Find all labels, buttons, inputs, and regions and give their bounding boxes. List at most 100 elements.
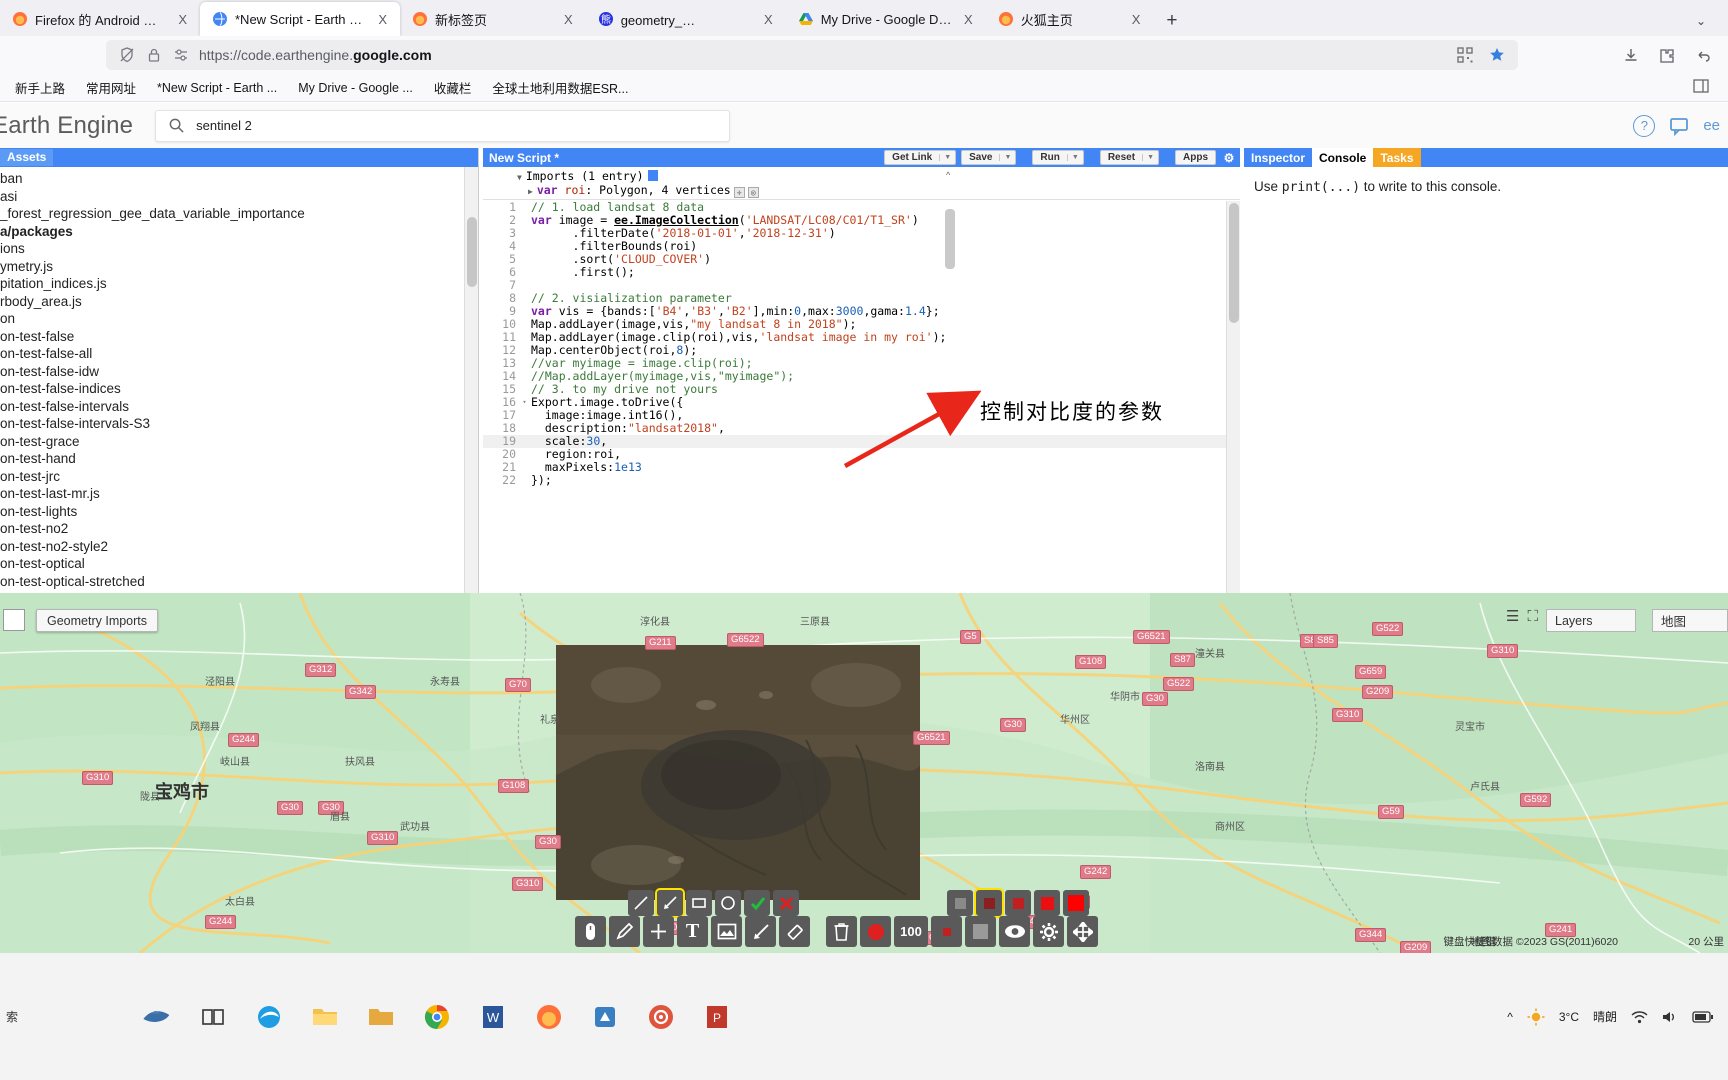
map-canvas[interactable]: Geometry Imports ☰ ⛶ Layers 地图 宝鸡市 键盘快捷键… — [0, 593, 1728, 953]
fold-icon[interactable] — [520, 474, 529, 487]
volume-icon[interactable] — [1662, 1010, 1678, 1024]
eye-icon[interactable] — [999, 916, 1030, 947]
get-link-button[interactable]: Get Link ▼ — [884, 150, 957, 165]
address-bar[interactable]: https://code.earthengine.google.com — [106, 40, 1518, 70]
fold-icon[interactable] — [520, 383, 529, 396]
asset-item[interactable]: ymetry.js — [0, 258, 464, 276]
qr-code-icon[interactable] — [1456, 46, 1474, 64]
lock-icon[interactable] — [145, 46, 163, 64]
fold-icon[interactable] — [520, 344, 529, 357]
arrow-icon[interactable] — [655, 888, 685, 918]
fold-icon[interactable] — [520, 357, 529, 370]
geometry-imports-button[interactable]: Geometry Imports — [36, 609, 159, 632]
asset-item[interactable]: on-test-false-all — [0, 345, 464, 363]
chrome-icon[interactable] — [422, 1002, 452, 1032]
code-line[interactable]: 21 maxPixels:1e13 — [483, 461, 1226, 474]
bookmark-item-0[interactable]: 新手上路 — [10, 78, 65, 97]
fold-icon[interactable] — [520, 435, 529, 448]
firefox-icon[interactable] — [534, 1002, 564, 1032]
code-line[interactable]: 6 .first(); — [483, 266, 1226, 279]
close-icon[interactable]: X — [960, 12, 977, 27]
layers-button[interactable]: Layers — [1546, 609, 1636, 632]
color-swatch-gray-icon[interactable] — [947, 890, 973, 916]
fold-icon[interactable] — [520, 214, 529, 227]
word-icon[interactable]: W — [478, 1002, 508, 1032]
asset-item[interactable]: on — [0, 310, 464, 328]
help-icon[interactable]: ? — [1633, 114, 1656, 137]
account-label[interactable]: ee — [1703, 117, 1720, 134]
import-target-icon[interactable]: ◎ — [747, 187, 759, 198]
asset-item[interactable]: on-test-last-mr.js — [0, 485, 464, 503]
dolphin-icon[interactable] — [142, 1002, 172, 1032]
task-view-icon[interactable] — [198, 1002, 228, 1032]
move-icon[interactable] — [1067, 916, 1098, 947]
reset-button[interactable]: Reset ▼ — [1099, 150, 1159, 165]
app-blue-icon[interactable] — [590, 1002, 620, 1032]
bookmark-item-3[interactable]: My Drive - Google ... — [293, 81, 413, 95]
asset-item[interactable]: on-test-grace — [0, 433, 464, 451]
color-swatch-red-icon[interactable] — [1005, 890, 1031, 916]
taskbar-search[interactable]: 索 — [0, 1008, 120, 1025]
crosshair-icon[interactable] — [643, 916, 674, 947]
tab-tasks[interactable]: Tasks — [1373, 148, 1421, 167]
close-icon[interactable]: X — [760, 12, 777, 27]
cursor-icon[interactable] — [575, 916, 606, 947]
assets-list[interactable]: ban asi _forest_regression_gee_data_variab… — [0, 167, 464, 593]
fold-icon[interactable] — [520, 331, 529, 344]
asset-item[interactable]: ions — [0, 240, 464, 258]
asset-item[interactable]: a/packages — [0, 223, 464, 241]
imports-icon[interactable] — [647, 170, 658, 181]
check-icon[interactable] — [744, 890, 770, 916]
map-toggle-checkbox[interactable] — [3, 609, 25, 631]
list-all-tabs-icon[interactable]: ⌄ — [1696, 14, 1728, 36]
fold-icon[interactable] — [520, 279, 529, 292]
browser-tab-0[interactable]: Firefox 的 Android 与 iOS X — [0, 2, 200, 36]
fold-icon[interactable]: ▾ — [520, 396, 529, 409]
new-tab-button[interactable]: + — [1153, 10, 1190, 36]
apps-button[interactable]: Apps — [1175, 150, 1216, 165]
excel-icon[interactable]: P — [702, 1002, 732, 1032]
line-icon[interactable] — [628, 890, 654, 916]
asset-item[interactable]: on-test-false-indices — [0, 380, 464, 398]
pencil-icon[interactable] — [609, 916, 640, 947]
asset-item[interactable]: on-test-false-intervals-S3 — [0, 415, 464, 433]
image-tool-icon[interactable] — [711, 916, 742, 947]
map-type-button[interactable]: 地图 — [1652, 609, 1728, 632]
asset-item[interactable]: on-test-hand — [0, 450, 464, 468]
asset-item[interactable]: on-test-lights — [0, 503, 464, 521]
search-input[interactable] — [196, 118, 718, 133]
browser-tab-5[interactable]: 火狐主页 X — [986, 2, 1154, 36]
download-icon[interactable] — [1622, 46, 1640, 64]
bookmark-item-5[interactable]: 全球土地利用数据ESR... — [487, 78, 628, 97]
extensions-icon[interactable] — [1658, 46, 1676, 64]
opacity-value[interactable]: 100 — [894, 916, 928, 947]
trash-icon[interactable] — [826, 916, 857, 947]
eraser-icon[interactable] — [779, 916, 810, 947]
battery-icon[interactable] — [1692, 1010, 1714, 1023]
fold-icon[interactable] — [520, 292, 529, 305]
search-box[interactable] — [155, 109, 731, 142]
close-icon[interactable]: X — [1128, 12, 1145, 27]
arrow-tool-icon[interactable] — [745, 916, 776, 947]
bookmark-item-4[interactable]: 收藏栏 — [429, 78, 472, 97]
shield-off-icon[interactable] — [118, 46, 136, 64]
fold-icon[interactable] — [520, 370, 529, 383]
asset-item[interactable]: _forest_regression_gee_data_variable_imp… — [0, 205, 464, 223]
tab-console[interactable]: Console — [1312, 148, 1374, 167]
bookmark-star-icon[interactable] — [1488, 46, 1506, 64]
asset-item[interactable]: on-test-no2 — [0, 520, 464, 538]
text-tool-icon[interactable]: T — [677, 916, 708, 947]
permissions-icon[interactable] — [172, 46, 190, 64]
fold-icon[interactable] — [520, 227, 529, 240]
browser-tab-3[interactable]: 熊 geometry_百度搜索 X — [586, 2, 786, 36]
up-chevron-icon[interactable]: ^ — [1507, 1010, 1513, 1024]
expand-icon[interactable]: ▶ — [528, 187, 533, 196]
sidebar-icon[interactable] — [1692, 77, 1710, 95]
editor-inner-scrollbar[interactable]: ^ — [942, 167, 962, 593]
fold-icon[interactable] — [520, 318, 529, 331]
asset-item[interactable]: on-test-no2-style2 — [0, 538, 464, 556]
run-button[interactable]: Run ▼ — [1032, 150, 1084, 165]
asset-item[interactable]: on-test-optical-stretched — [0, 573, 464, 591]
close-icon[interactable]: X — [374, 12, 391, 27]
asset-item[interactable]: pitation_indices.js — [0, 275, 464, 293]
